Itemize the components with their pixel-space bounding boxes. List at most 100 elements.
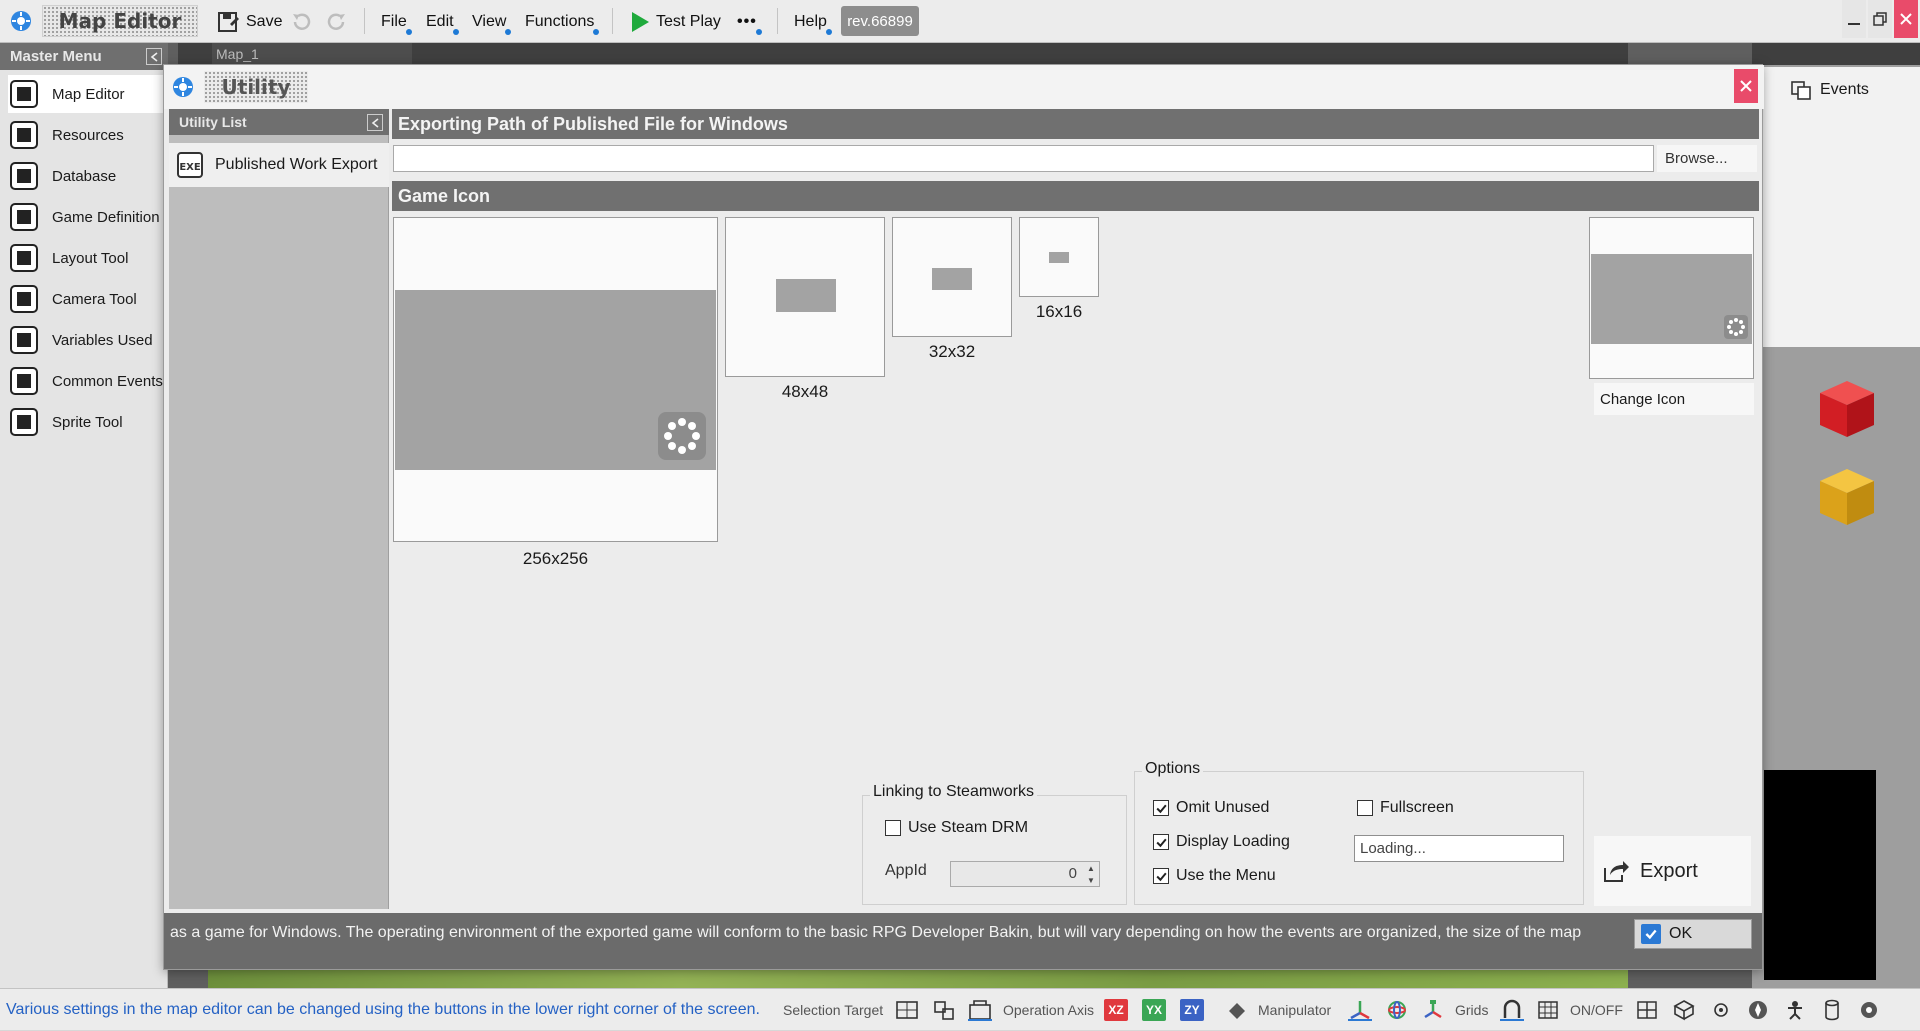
test-play-button[interactable]: Test Play	[630, 7, 721, 37]
restore-icon	[1873, 12, 1887, 26]
sprite-tool-icon	[10, 408, 38, 436]
master-menu-item-variables-used[interactable]: Variables Used	[8, 321, 168, 359]
grid-select-icon[interactable]	[895, 999, 919, 1021]
undo-button[interactable]	[290, 7, 314, 37]
light-icon[interactable]	[1709, 999, 1733, 1021]
status-bar: Various settings in the map editor can b…	[0, 988, 1920, 1030]
layer-select-icon[interactable]	[968, 999, 992, 1021]
scale-gizmo-icon[interactable]	[1421, 999, 1445, 1021]
master-menu-item-label: Map Editor	[52, 85, 125, 103]
appid-input[interactable]: 0	[950, 861, 1100, 887]
change-icon-button[interactable]: Change Icon	[1594, 383, 1754, 415]
stamp-preview-black	[1764, 770, 1876, 980]
check-icon	[1155, 804, 1167, 813]
manipulator-label: Manipulator	[1258, 1002, 1332, 1018]
browse-button[interactable]: Browse...	[1657, 145, 1757, 172]
icon-source-preview	[1589, 217, 1754, 379]
menu-help[interactable]: Help	[794, 7, 832, 37]
master-menu-item-label: Variables Used	[52, 331, 153, 349]
minimize-icon	[1848, 23, 1860, 25]
settings-icon[interactable]	[1857, 999, 1881, 1021]
stamp-yellow-cube[interactable]	[1812, 461, 1882, 531]
restore-button[interactable]	[1868, 0, 1892, 38]
exe-export-icon: EXE	[177, 152, 203, 178]
master-menu-item-camera-tool[interactable]: Camera Tool	[8, 280, 168, 318]
menu-functions[interactable]: Functions	[525, 7, 600, 37]
axis-xz-button[interactable]: XZ	[1104, 999, 1128, 1021]
utility-logo-icon	[172, 76, 194, 98]
stamp-red-cube[interactable]	[1812, 373, 1882, 443]
game-definition-icon	[10, 203, 38, 231]
close-dialog-button[interactable]	[1734, 69, 1758, 103]
master-menu-item-sprite-tool[interactable]: Sprite Tool	[8, 403, 168, 441]
more-options-button[interactable]: •••	[737, 7, 762, 37]
compass-icon[interactable]	[1746, 999, 1770, 1021]
close-icon	[1900, 13, 1912, 25]
utility-item-published-work-export[interactable]: EXE Published Work Export	[169, 143, 389, 187]
save-label: Save	[246, 13, 283, 30]
redo-button[interactable]	[324, 7, 348, 37]
close-icon	[1740, 80, 1752, 92]
database-icon	[10, 162, 38, 190]
fullscreen-box	[1357, 800, 1373, 816]
master-menu-item-resources[interactable]: Resources	[8, 116, 168, 154]
collapse-list-button[interactable]	[367, 114, 383, 131]
loading-text-input[interactable]: Loading...	[1354, 835, 1564, 862]
master-menu-item-common-events[interactable]: Common Events	[8, 362, 168, 400]
cube-view-icon[interactable]	[1672, 999, 1696, 1021]
export-path-section-header: Exporting Path of Published File for Win…	[392, 109, 1759, 139]
menu-view[interactable]: View	[472, 7, 512, 37]
master-menu-item-label: Sprite Tool	[52, 413, 123, 431]
toolbar-separator	[777, 8, 778, 34]
master-menu-item-layout-tool[interactable]: Layout Tool	[8, 239, 168, 277]
character-icon[interactable]	[1783, 999, 1807, 1021]
fullscreen-checkbox[interactable]: Fullscreen	[1357, 799, 1454, 817]
layout-tool-icon	[10, 244, 38, 272]
rotate-gizmo-icon[interactable]	[1385, 999, 1409, 1021]
master-menu-item-map-editor[interactable]: Map Editor	[8, 75, 168, 113]
appid-stepper[interactable]: ▲ ▼	[1084, 862, 1098, 886]
object-select-icon[interactable]	[932, 999, 956, 1021]
redo-icon	[327, 13, 345, 30]
axis-zy-button[interactable]: ZY	[1180, 999, 1204, 1021]
collapse-panel-button[interactable]	[146, 48, 162, 65]
use-steam-drm-checkbox[interactable]: Use Steam DRM	[885, 819, 1028, 837]
steamworks-group-label: Linking to Steamworks	[870, 783, 1037, 801]
manipulator-icon[interactable]	[1225, 999, 1249, 1021]
display-loading-checkbox[interactable]: Display Loading	[1153, 833, 1290, 851]
icon-size-16-label: 16x16	[1035, 302, 1083, 321]
events-tab[interactable]: Events	[1790, 75, 1869, 105]
map-tab[interactable]: Map_1	[212, 43, 412, 65]
undo-icon	[293, 13, 311, 30]
save-icon	[218, 12, 239, 32]
master-menu-item-label: Resources	[52, 126, 124, 144]
use-menu-checkbox[interactable]: Use the Menu	[1153, 867, 1276, 885]
master-menu-item-label: Database	[52, 167, 117, 185]
menu-edit[interactable]: Edit	[426, 7, 459, 37]
icon-preview-48	[725, 217, 885, 377]
close-app-button[interactable]	[1894, 0, 1918, 38]
use-steam-drm-box	[885, 820, 901, 836]
cylinder-icon[interactable]	[1820, 999, 1844, 1021]
master-menu-panel: Master Menu Map Editor Resources Database G…	[0, 43, 168, 988]
ok-button[interactable]: OK	[1634, 919, 1752, 949]
master-menu-item-label: Common Events	[52, 372, 163, 390]
export-path-input[interactable]	[393, 145, 1654, 172]
minimize-button[interactable]	[1842, 0, 1866, 38]
camera-tool-icon	[10, 285, 38, 313]
master-menu-item-game-definition[interactable]: Game Definition	[8, 198, 168, 236]
move-gizmo-icon[interactable]	[1348, 999, 1372, 1021]
export-button[interactable]: Export	[1594, 836, 1751, 906]
master-menu-item-label: Camera Tool	[52, 290, 137, 308]
app-title: Map Editor	[42, 5, 198, 37]
export-description: as a game for Windows. The operating env…	[170, 924, 1582, 941]
grid-display-icon[interactable]	[1536, 999, 1560, 1021]
utility-item-label: Published Work Export	[215, 156, 378, 173]
grid-snap-icon[interactable]	[1500, 999, 1524, 1021]
save-button[interactable]: Save	[216, 7, 282, 37]
tile-grid-icon[interactable]	[1635, 999, 1659, 1021]
master-menu-item-database[interactable]: Database	[8, 157, 168, 195]
axis-yx-button[interactable]: YX	[1142, 999, 1166, 1021]
menu-file[interactable]: File	[381, 7, 412, 37]
omit-unused-checkbox[interactable]: Omit Unused	[1153, 799, 1269, 817]
